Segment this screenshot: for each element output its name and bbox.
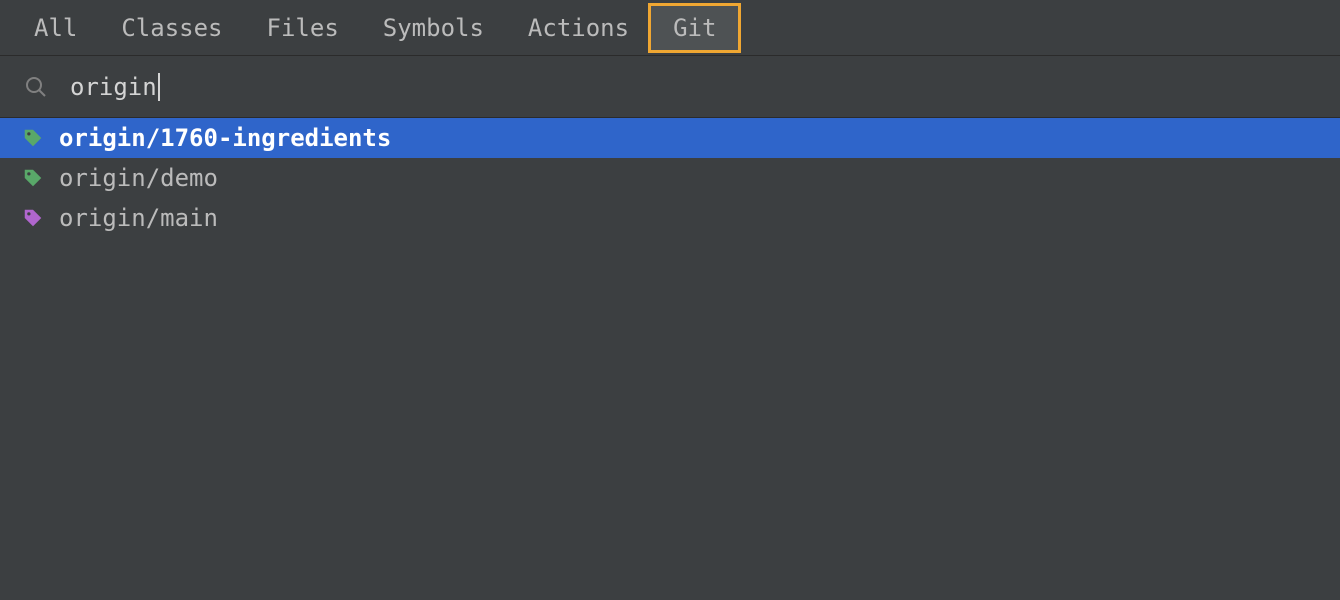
tag-icon — [22, 207, 44, 229]
text-caret — [158, 73, 160, 101]
result-row[interactable]: origin/demo — [0, 158, 1340, 198]
tab-symbols[interactable]: Symbols — [361, 6, 506, 50]
search-input[interactable]: origin — [70, 73, 1340, 101]
tab-classes[interactable]: Classes — [99, 6, 244, 50]
result-label: origin/main — [59, 204, 218, 232]
search-icon — [24, 75, 48, 99]
search-bar: origin — [0, 56, 1340, 118]
tab-actions[interactable]: Actions — [506, 6, 651, 50]
search-input-value: origin — [70, 73, 157, 101]
result-row[interactable]: origin/1760-ingredients — [0, 118, 1340, 158]
tabs-bar: All Classes Files Symbols Actions Git — [0, 0, 1340, 56]
tag-icon — [22, 127, 44, 149]
tab-git[interactable]: Git — [651, 6, 738, 50]
result-label: origin/1760-ingredients — [59, 124, 391, 152]
results-list: origin/1760-ingredients origin/demo orig… — [0, 118, 1340, 238]
result-row[interactable]: origin/main — [0, 198, 1340, 238]
tab-files[interactable]: Files — [245, 6, 361, 50]
result-label: origin/demo — [59, 164, 218, 192]
tag-icon — [22, 167, 44, 189]
tab-all[interactable]: All — [12, 6, 99, 50]
